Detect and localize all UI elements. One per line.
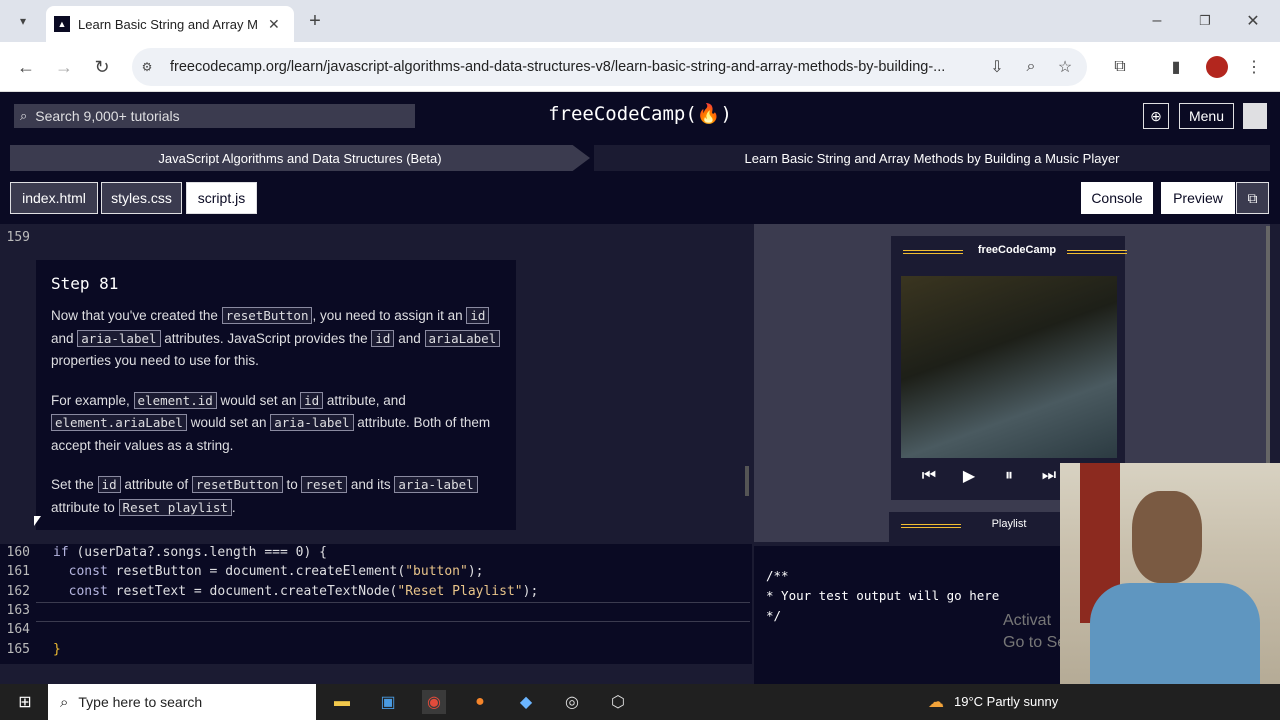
- code-line: if (userData?.songs.length === 0) {: [53, 545, 327, 560]
- tab-index-html[interactable]: index.html: [10, 182, 98, 214]
- bookmark-star-icon[interactable]: ☆: [1048, 57, 1082, 77]
- close-window-icon[interactable]: ✕: [1242, 10, 1264, 32]
- step-paragraph-1: Now that you've created the resetButton,…: [51, 305, 501, 373]
- line-number: 159: [6, 230, 30, 245]
- zoom-icon[interactable]: ⌕: [1014, 58, 1048, 76]
- editor-tabs: index.html styles.css script.js Console …: [0, 176, 1280, 224]
- code-editor[interactable]: 159 Step 81 Now that you've created the …: [0, 224, 752, 684]
- profile-avatar[interactable]: [1206, 56, 1228, 78]
- person-shirt: [1090, 583, 1260, 684]
- breadcrumb: JavaScript Algorithms and Data Structure…: [0, 140, 1280, 176]
- side-panel-icon[interactable]: ▮: [1164, 56, 1188, 78]
- app-icon[interactable]: ◆: [514, 690, 538, 714]
- code-line: const resetButton = document.createEleme…: [53, 564, 484, 579]
- user-avatar[interactable]: [1243, 103, 1267, 129]
- search-input[interactable]: ⌕ Search 9,000+ tutorials: [14, 104, 415, 128]
- app-icon[interactable]: ▣: [376, 690, 400, 714]
- tab-styles-css[interactable]: styles.css: [101, 182, 182, 214]
- search-icon: ⌕: [60, 693, 69, 711]
- url-text: freecodecamp.org/learn/javascript-algori…: [170, 59, 946, 75]
- fcc-favicon-icon: ▲: [54, 16, 70, 32]
- restore-icon[interactable]: ❐: [1194, 10, 1216, 32]
- breadcrumb-block[interactable]: Learn Basic String and Array Methods by …: [594, 145, 1270, 171]
- code-line: }: [53, 642, 61, 657]
- obs-icon[interactable]: ◎: [560, 690, 584, 714]
- line-number: 165: [6, 642, 30, 657]
- mouse-cursor-icon: [34, 516, 41, 526]
- taskbar-search-placeholder: Type here to search: [78, 694, 203, 710]
- popout-preview-icon[interactable]: ⧉: [1236, 182, 1269, 214]
- player-title: freeCodeCamp: [977, 244, 1057, 256]
- chrome-menu-icon[interactable]: ⋮: [1244, 56, 1264, 78]
- decor-bar: [1067, 250, 1127, 254]
- music-player: freeCodeCamp ⏮ ▶ ⏸ ⏭: [889, 234, 1127, 502]
- line-number: 164: [6, 622, 30, 637]
- line-number: 163: [6, 603, 30, 618]
- weather-text[interactable]: 19°C Partly sunny: [954, 694, 1064, 712]
- line-number: 160: [6, 545, 30, 560]
- address-toolbar: ← → ↻ ⚙ freecodecamp.org/learn/javascrip…: [0, 42, 1280, 92]
- chrome-icon[interactable]: ◉: [422, 690, 446, 714]
- step-description: Step 81 Now that you've created the rese…: [36, 260, 516, 530]
- weather-icon[interactable]: ☁: [924, 690, 948, 714]
- extensions-icon[interactable]: ⧉: [1108, 56, 1132, 78]
- breadcrumb-superblock[interactable]: JavaScript Algorithms and Data Structure…: [10, 145, 590, 171]
- browser-tab[interactable]: ▲ Learn Basic String and Array Met ✕: [46, 6, 294, 42]
- minimize-icon[interactable]: –: [1146, 10, 1168, 32]
- preview-button[interactable]: Preview: [1161, 182, 1235, 214]
- console-button[interactable]: Console: [1081, 182, 1153, 214]
- firefox-icon[interactable]: ●: [468, 690, 492, 714]
- language-globe-icon[interactable]: ⊕: [1143, 103, 1169, 129]
- decor-bar: [903, 250, 963, 254]
- playlist-title: Playlist: [991, 518, 1027, 530]
- code-line: const resetText = document.createTextNod…: [53, 584, 539, 599]
- fcc-navbar: ⌕ Search 9,000+ tutorials freeCodeCamp(🔥…: [0, 92, 1280, 140]
- install-icon[interactable]: ⇩: [980, 57, 1014, 77]
- new-tab-icon[interactable]: +: [304, 10, 326, 32]
- forward-icon[interactable]: →: [52, 56, 76, 78]
- browser-tab-strip: ▾ ▲ Learn Basic String and Array Met ✕ +…: [0, 0, 1280, 42]
- search-placeholder: Search 9,000+ tutorials: [35, 108, 180, 124]
- tab-search-icon[interactable]: ▾: [12, 10, 34, 32]
- app-icon[interactable]: ⬡: [606, 690, 630, 714]
- windows-start-icon[interactable]: ⊞: [14, 692, 36, 712]
- fcc-logo[interactable]: freeCodeCamp(🔥): [520, 102, 760, 128]
- windows-taskbar: ⊞ ⌕ Type here to search ▬ ▣ ◉ ● ◆ ◎ ⬡ ☁ …: [0, 684, 1280, 720]
- back-icon[interactable]: ←: [14, 56, 38, 78]
- editor-scrollbar[interactable]: [745, 466, 749, 496]
- decor-bar: [901, 524, 961, 528]
- step-paragraph-3: Set the id attribute of resetButton to r…: [51, 474, 501, 519]
- menu-button[interactable]: Menu: [1179, 103, 1234, 129]
- close-tab-icon[interactable]: ✕: [268, 16, 280, 33]
- site-settings-icon[interactable]: ⚙: [132, 60, 162, 74]
- file-explorer-icon[interactable]: ▬: [330, 690, 354, 714]
- reload-icon[interactable]: ↻: [90, 56, 114, 78]
- person-head: [1132, 491, 1202, 583]
- tab-script-js[interactable]: script.js: [186, 182, 257, 214]
- line-number: 161: [6, 564, 30, 579]
- line-number: 162: [6, 584, 30, 599]
- step-title: Step 81: [51, 274, 119, 293]
- previous-icon[interactable]: ⏮: [917, 464, 941, 488]
- step-paragraph-2: For example, element.id would set an id …: [51, 391, 491, 453]
- search-icon: ⌕: [20, 108, 28, 123]
- pause-icon[interactable]: ⏸: [997, 464, 1021, 488]
- omnibox[interactable]: ⚙ freecodecamp.org/learn/javascript-algo…: [132, 48, 1087, 86]
- webcam-overlay: [1060, 463, 1280, 684]
- taskbar-search[interactable]: ⌕ Type here to search: [48, 684, 316, 720]
- tab-title: Learn Basic String and Array Met: [78, 16, 258, 32]
- play-icon[interactable]: ▶: [957, 464, 981, 488]
- active-line: [36, 602, 750, 622]
- next-icon[interactable]: ⏭: [1037, 464, 1061, 488]
- album-art: [901, 276, 1117, 458]
